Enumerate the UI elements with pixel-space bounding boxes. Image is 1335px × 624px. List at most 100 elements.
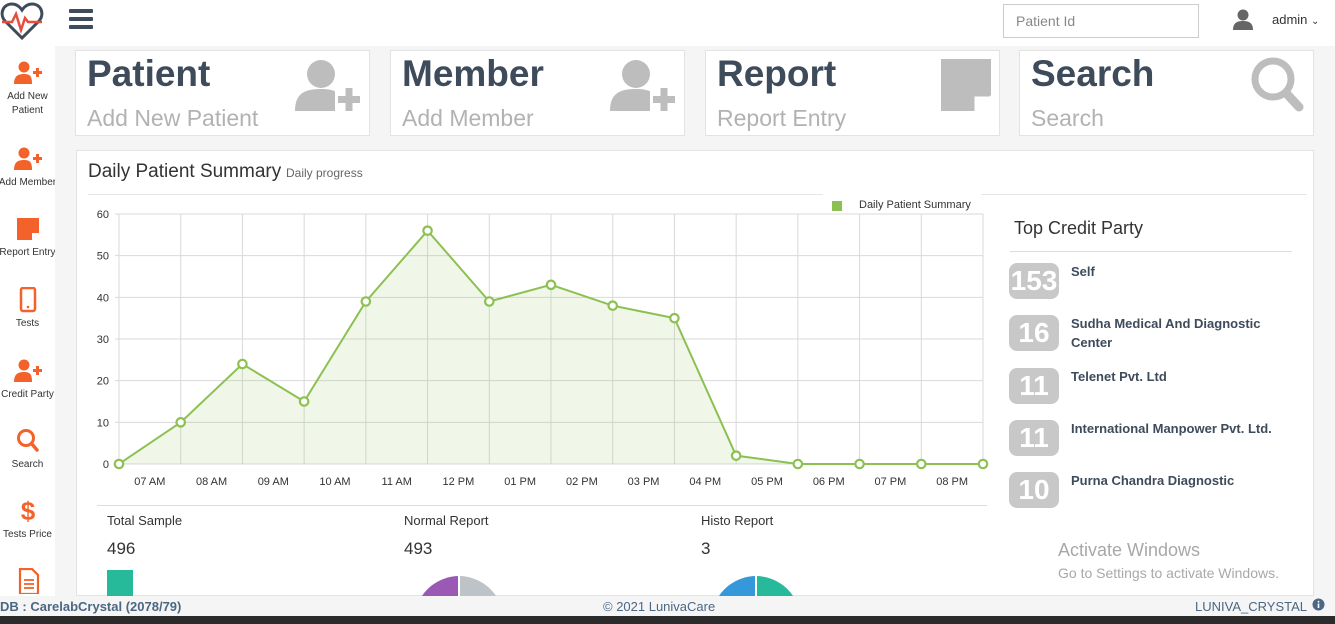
credit-count-badge: 10 — [1009, 472, 1059, 508]
stat-label-histo-report: Histo Report — [701, 513, 774, 528]
x-tick-label: 07 PM — [875, 476, 907, 488]
x-tick-label: 08 PM — [936, 476, 968, 488]
data-point — [854, 458, 865, 470]
histo-report-pie[interactable] — [711, 576, 801, 596]
data-point — [730, 450, 742, 461]
sidebar-item-report-entry[interactable]: Report Entry — [0, 216, 55, 260]
tile-subtitle: Add New Patient — [87, 105, 259, 131]
data-point — [545, 279, 557, 291]
credit-party-name[interactable]: International Manpower Pvt. Ltd. — [1071, 419, 1286, 438]
y-tick-label: 20 — [97, 376, 109, 388]
user-icon[interactable] — [1232, 9, 1254, 31]
panel-subtitle: Daily progress — [286, 166, 363, 180]
credit-count-badge: 16 — [1009, 315, 1059, 351]
data-point — [360, 296, 372, 307]
footer-copyright: © 2021 LunivaCare — [603, 599, 716, 614]
data-point — [977, 458, 989, 470]
sidebar-item-label: Add New Patient — [7, 91, 48, 116]
sidebar-item-document[interactable] — [0, 568, 55, 596]
credit-party-name[interactable]: Purna Chandra Diagnostic — [1071, 471, 1286, 490]
y-tick-label: 0 — [103, 459, 109, 471]
taskbar — [0, 616, 1335, 624]
data-point — [298, 396, 310, 407]
daily-patient-chart[interactable]: 0 10 20 30 40 50 60 07 AM 08 AM 09 AM 10 AM 11 AM 12… — [82, 204, 992, 494]
tile-report[interactable]: Report Report Entry — [705, 50, 1000, 136]
data-point — [422, 225, 433, 236]
x-tick-label: 03 PM — [628, 476, 660, 488]
user-label: admin — [1272, 12, 1308, 27]
dollar-icon: $ — [20, 498, 35, 524]
stat-label-normal-report: Normal Report — [404, 513, 489, 528]
data-point — [792, 458, 804, 470]
sidebar: Add New Patient Add Member Report Entry … — [0, 46, 55, 596]
credit-party-name[interactable]: Telenet Pvt. Ltd — [1071, 367, 1286, 386]
tile-title: Member — [402, 53, 544, 94]
credit-count-badge: 11 — [1009, 368, 1059, 404]
footer-app-name: LUNIVA_CRYSTAL — [1195, 599, 1307, 614]
user-menu[interactable]: admin ⌄ — [1272, 12, 1319, 27]
sticky-note-icon — [941, 59, 991, 111]
sidebar-item-label: Add Member — [0, 177, 55, 188]
tile-member[interactable]: Member Add Member — [390, 50, 685, 136]
activate-windows-title: Activate Windows — [1058, 540, 1201, 560]
footer: DB : CarelabCrystal (2078/79) © 2021 Lun… — [0, 596, 1335, 616]
add-user-icon — [13, 61, 42, 84]
x-tick-label: 01 PM — [504, 476, 536, 488]
heartbeat-icon[interactable] — [0, 2, 44, 42]
x-tick-label: 02 PM — [566, 476, 598, 488]
credit-party-name[interactable]: Sudha Medical And Diagnostic Center — [1071, 314, 1286, 352]
x-tick-label: 06 PM — [813, 476, 845, 488]
activate-windows-text: Go to Settings to activate Windows. — [1058, 565, 1279, 581]
x-tick-label: 09 AM — [258, 476, 289, 488]
chevron-down-icon: ⌄ — [1311, 16, 1320, 27]
y-tick-label: 30 — [97, 334, 109, 346]
tile-title: Report — [717, 53, 837, 94]
sidebar-item-search[interactable]: Search — [0, 428, 55, 472]
sidebar-item-tests[interactable]: Tests — [0, 287, 55, 331]
sidebar-item-label: Credit Party — [1, 389, 54, 400]
tile-subtitle: Add Member — [402, 105, 534, 131]
add-user-icon — [610, 60, 676, 113]
total-sample-swatch — [107, 570, 133, 596]
x-tick-label: 10 AM — [319, 476, 350, 488]
search-icon — [1251, 57, 1304, 112]
tablet-icon — [19, 287, 36, 313]
stat-value-normal-report: 493 — [404, 539, 433, 558]
add-user-icon — [13, 359, 42, 382]
x-tick-label: 07 AM — [134, 476, 165, 488]
data-point — [113, 458, 125, 470]
note-icon — [16, 218, 39, 240]
x-tick-label: 04 PM — [689, 476, 721, 488]
y-tick-label: 10 — [97, 417, 109, 429]
credit-count-badge: 11 — [1009, 420, 1059, 456]
hamburger-icon[interactable] — [69, 9, 93, 31]
footer-db-info: DB : CarelabCrystal (2078/79) — [0, 599, 182, 614]
patient-id-input[interactable] — [1003, 4, 1199, 38]
y-tick-label: 60 — [97, 209, 109, 221]
sidebar-item-add-new-patient[interactable]: Add New Patient — [0, 60, 55, 118]
svg-text:$: $ — [20, 498, 35, 524]
normal-report-pie[interactable] — [414, 576, 504, 596]
search-icon — [16, 429, 39, 452]
credit-count-badge: 153 — [1009, 263, 1059, 299]
info-icon[interactable] — [1312, 598, 1325, 611]
top-bar: admin ⌄ — [0, 0, 1335, 46]
tile-search[interactable]: Search Search — [1019, 50, 1314, 136]
y-tick-label: 40 — [97, 292, 109, 304]
x-tick-label: 11 AM — [382, 476, 412, 488]
stat-value-histo-report: 3 — [701, 539, 711, 558]
data-point — [607, 300, 619, 311]
divider — [1010, 251, 1292, 252]
tile-patient[interactable]: Patient Add New Patient — [75, 50, 370, 136]
divider — [88, 194, 1307, 195]
sidebar-item-credit-party[interactable]: Credit Party — [0, 358, 55, 402]
data-point — [175, 417, 187, 428]
sidebar-item-label: Search — [11, 459, 44, 470]
sidebar-item-label: Tests — [15, 318, 40, 329]
divider — [97, 505, 987, 506]
sidebar-item-add-member[interactable]: Add Member — [0, 146, 55, 190]
top-credit-title: Top Credit Party — [1014, 218, 1144, 238]
credit-party-name[interactable]: Self — [1071, 262, 1286, 281]
sidebar-item-tests-price[interactable]: $ Tests Price — [0, 498, 55, 542]
data-point — [237, 358, 248, 370]
